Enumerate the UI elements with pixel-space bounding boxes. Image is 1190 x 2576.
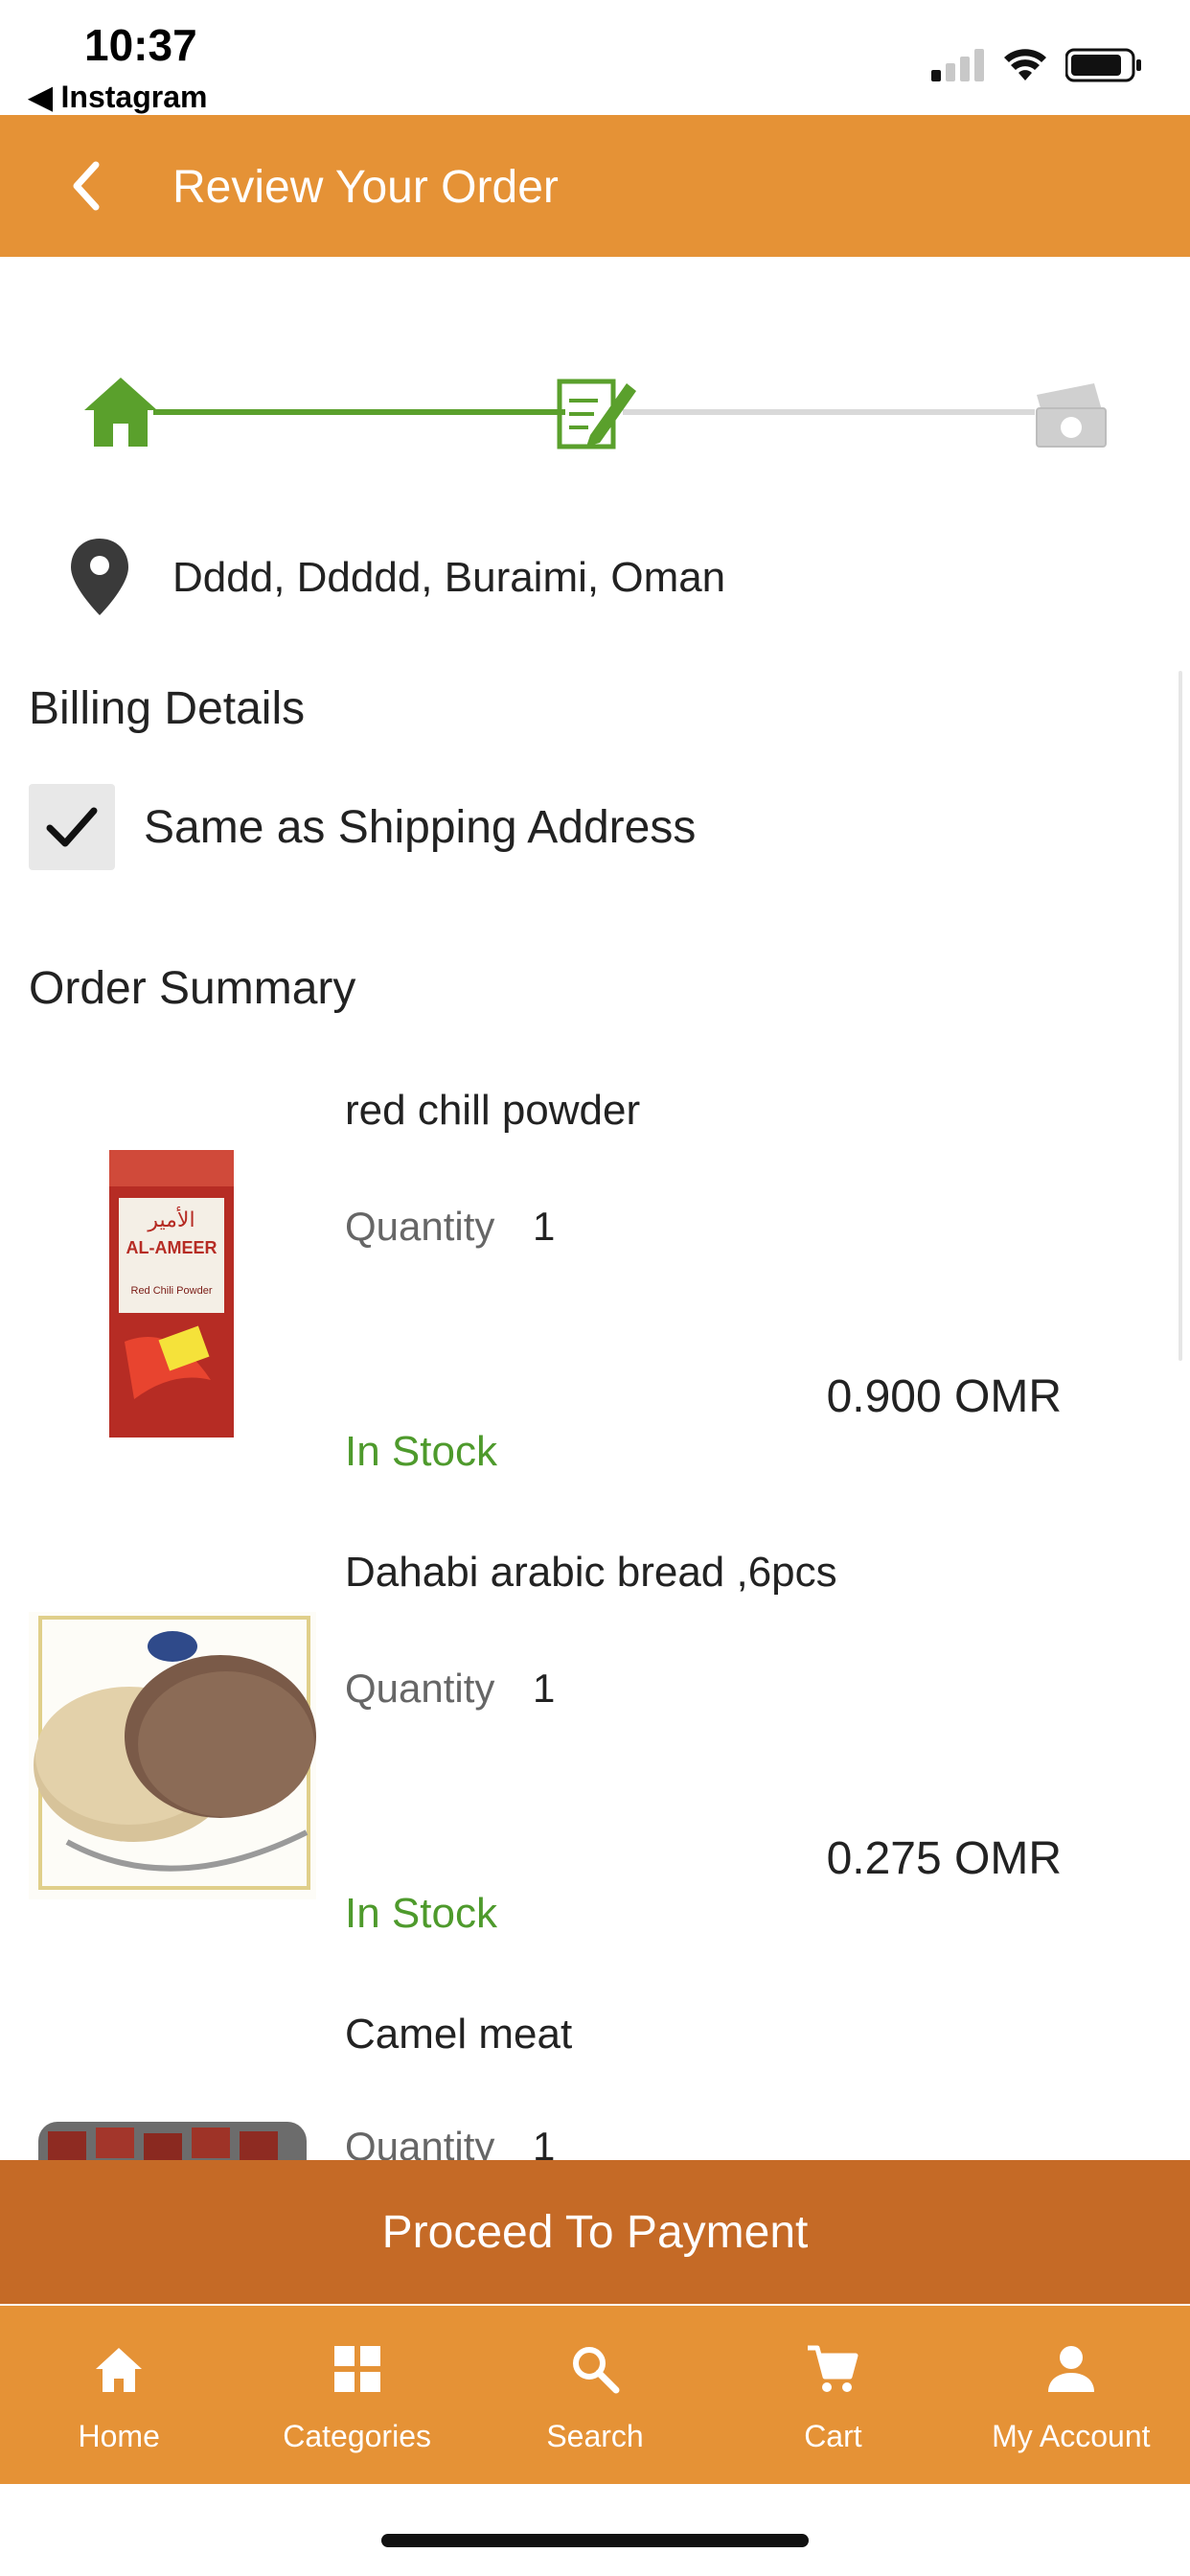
same-as-shipping-option[interactable]: Same as Shipping Address	[29, 784, 891, 872]
person-icon	[1047, 2346, 1094, 2392]
cart-icon	[808, 2345, 858, 2392]
wifi-icon	[1004, 49, 1046, 80]
battery-icon	[1065, 48, 1141, 82]
home-icon	[84, 378, 157, 447]
product-label-arabic: الأمير	[147, 1207, 195, 1232]
status-time: 10:37	[84, 20, 197, 70]
shipping-address: Dddd, Ddddd, Buraimi, Oman	[172, 554, 726, 601]
nav-label: Cart	[804, 2419, 862, 2453]
nav-search[interactable]: Search	[476, 2306, 714, 2484]
scrollbar[interactable]	[1179, 671, 1182, 1361]
nav-categories[interactable]: Categories	[238, 2306, 475, 2484]
search-icon	[573, 2347, 620, 2394]
shipping-address-row[interactable]: Dddd, Ddddd, Buraimi, Oman	[0, 537, 1190, 623]
product-image-chili-powder: الأمير AL-AMEER Red Chili Powder	[29, 1150, 316, 1438]
item-price: 0.900 OMR	[826, 1371, 1062, 1422]
order-summary-heading: Order Summary	[29, 963, 356, 1014]
page-title: Review Your Order	[172, 162, 559, 213]
status-bar: 10:37 ◀ Instagram	[0, 0, 1190, 115]
item-name: red chill powder	[345, 1087, 641, 1134]
quantity-label: Quantity	[345, 1204, 495, 1249]
same-as-shipping-checkbox[interactable]	[29, 784, 115, 870]
order-item: Dahabi arabic bread ,6pcs Quantity 1 0.2…	[0, 1535, 1190, 1957]
product-image-arabic-bread	[29, 1612, 316, 1899]
nav-cart[interactable]: Cart	[714, 2306, 951, 2484]
money-icon	[1036, 383, 1107, 448]
order-item: Camel meat Quantity 1	[0, 1997, 1190, 2160]
quantity-label: Quantity	[345, 1666, 495, 1711]
item-name: Dahabi arabic bread ,6pcs	[345, 1549, 837, 1596]
stock-status: In Stock	[345, 1890, 497, 1937]
grid-icon	[333, 2346, 380, 2392]
nav-my-account[interactable]: My Account	[952, 2306, 1190, 2484]
status-icons	[931, 48, 1142, 82]
back-arrow-icon[interactable]	[63, 157, 109, 215]
app-header: Review Your Order	[0, 115, 1190, 257]
signal-icon	[931, 49, 984, 81]
location-pin-icon	[71, 539, 128, 615]
item-price: 0.275 OMR	[826, 1833, 1062, 1884]
stock-status: In Stock	[345, 1428, 497, 1475]
home-icon	[96, 2348, 143, 2392]
same-as-shipping-label: Same as Shipping Address	[144, 802, 697, 853]
product-label-brand: AL-AMEER	[126, 1238, 217, 1257]
nav-label: My Account	[992, 2419, 1151, 2453]
product-label-sub: Red Chili Powder	[131, 1285, 213, 1297]
checkmark-icon	[46, 807, 98, 847]
nav-home[interactable]: Home	[0, 2306, 238, 2484]
order-item: الأمير AL-AMEER Red Chili Powder red chi…	[0, 1073, 1190, 1495]
quantity-value: 1	[533, 2124, 556, 2160]
billing-details-heading: Billing Details	[29, 683, 306, 734]
back-to-app-link[interactable]: ◀ Instagram	[29, 79, 207, 115]
quantity-label: Quantity	[345, 2124, 495, 2160]
nav-label: Categories	[283, 2419, 431, 2453]
item-name: Camel meat	[345, 2011, 573, 2058]
bottom-navigation: Home Categories Search Cart My Account	[0, 2306, 1190, 2484]
product-image-camel-meat	[29, 2112, 316, 2160]
home-indicator	[381, 2534, 809, 2547]
quantity-value: 1	[533, 1666, 556, 1711]
proceed-to-payment-button[interactable]: Proceed To Payment	[0, 2160, 1190, 2304]
nav-label: Home	[78, 2419, 160, 2453]
quantity-value: 1	[533, 1204, 556, 1249]
checkout-progress	[0, 364, 1190, 460]
nav-label: Search	[546, 2419, 644, 2453]
